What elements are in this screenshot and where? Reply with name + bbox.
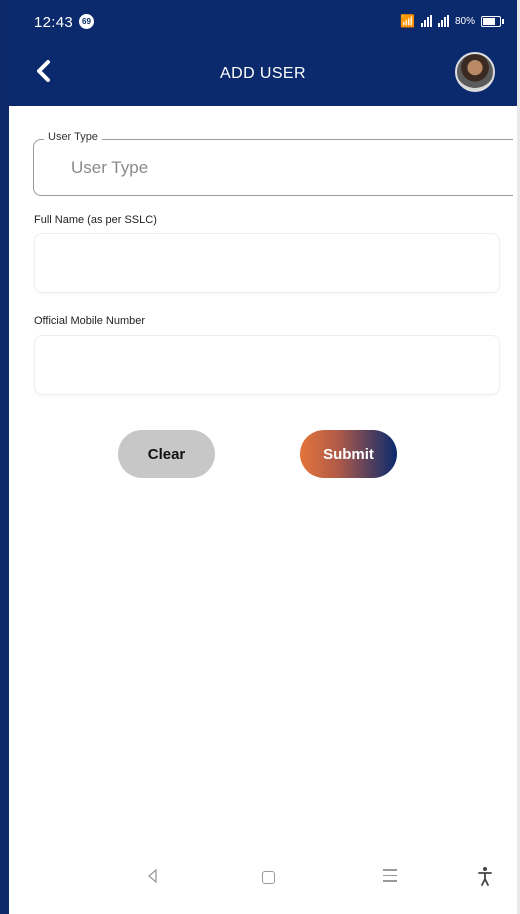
full-name-input[interactable] xyxy=(34,233,500,293)
signal-icon xyxy=(420,15,432,27)
user-type-label: User Type xyxy=(44,131,102,143)
top-app-bar: 12:43 69 📶 80% ADD USER xyxy=(9,0,517,106)
page-title: ADD USER xyxy=(220,65,306,82)
menu-lines-icon[interactable] xyxy=(383,869,397,886)
system-navigation-bar xyxy=(9,860,517,914)
profile-avatar[interactable] xyxy=(455,52,495,92)
user-type-placeholder: User Type xyxy=(71,158,149,177)
battery-percent: 80% xyxy=(454,15,475,27)
mobile-number-input[interactable] xyxy=(34,335,500,395)
back-triangle-icon[interactable] xyxy=(145,868,161,884)
mobile-number-label: Official Mobile Number xyxy=(34,315,146,327)
header: ADD USER xyxy=(9,46,517,102)
wifi-icon: 📶 xyxy=(400,14,415,28)
status-icons: 📶 80% xyxy=(400,14,504,28)
clear-button[interactable]: Clear xyxy=(118,430,215,478)
submit-button[interactable]: Submit xyxy=(300,430,397,478)
left-frame-edge xyxy=(0,0,9,914)
accessibility-icon[interactable] xyxy=(478,866,492,886)
battery-icon xyxy=(481,15,504,27)
notification-badge: 69 xyxy=(79,14,94,29)
full-name-label: Full Name (as per SSLC) xyxy=(34,214,157,226)
status-bar: 12:43 69 📶 80% xyxy=(9,0,517,40)
home-square-icon[interactable] xyxy=(262,871,275,884)
signal-icon xyxy=(437,15,449,27)
status-time: 12:43 xyxy=(34,14,74,31)
